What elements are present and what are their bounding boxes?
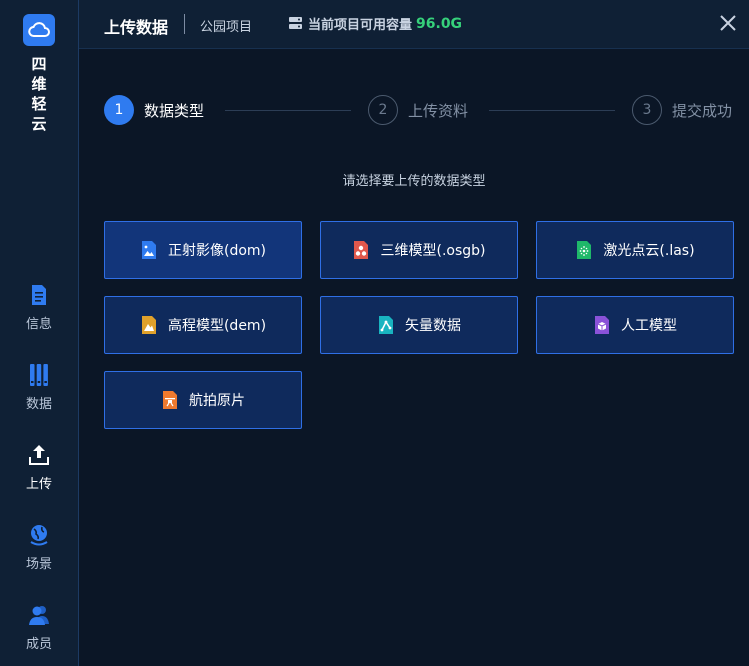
step-connector <box>489 110 615 111</box>
type-button-manual-model[interactable]: 人工模型 <box>536 296 734 354</box>
step-number: 2 <box>368 95 398 125</box>
type-button-dom[interactable]: 正射影像(dom) <box>104 221 302 279</box>
sidebar-item-label: 上传 <box>25 477 52 492</box>
vector-file-icon <box>377 314 395 336</box>
upload-icon <box>28 443 50 467</box>
sidebar: 四 维 轻 云 信息 数据 上传 场景 成员 <box>0 0 79 666</box>
step-label: 数据类型 <box>144 101 205 120</box>
type-label: 人工模型 <box>621 318 677 334</box>
sidebar-item-label: 场景 <box>25 557 52 572</box>
sidebar-item-label: 信息 <box>25 317 52 332</box>
type-label: 正射影像(dom) <box>167 243 266 259</box>
type-label: 航拍原片 <box>189 393 245 409</box>
elevation-file-icon <box>140 314 158 336</box>
point-cloud-file-icon <box>575 239 593 261</box>
image-file-icon <box>140 239 158 261</box>
step-label: 上传资料 <box>408 101 469 120</box>
project-name: 公园项目 <box>200 20 253 35</box>
type-label: 三维模型(.osgb) <box>380 243 486 259</box>
type-label: 激光点云(.las) <box>603 243 695 259</box>
brand-name: 四 维 轻 云 <box>31 55 47 133</box>
3d-model-file-icon <box>352 239 370 261</box>
cloud-logo-icon[interactable] <box>23 14 55 46</box>
globe-icon <box>28 523 50 547</box>
step-label: 提交成功 <box>672 101 733 120</box>
storage-icon <box>288 16 303 31</box>
sidebar-item-data[interactable]: 数据 <box>0 363 78 419</box>
type-button-dem[interactable]: 高程模型(dem) <box>104 296 302 354</box>
type-label: 高程模型(dem) <box>167 318 267 334</box>
dialog-header: 上传数据 公园项目 当前项目可用容量 96.0G <box>79 0 749 49</box>
step-connector <box>225 110 351 111</box>
step-upload-materials: 2 上传资料 <box>368 95 468 125</box>
members-icon <box>28 603 50 627</box>
sidebar-item-scene[interactable]: 场景 <box>0 523 78 579</box>
sidebar-item-label: 成员 <box>25 637 52 652</box>
capacity-value: 96.0G <box>416 15 463 32</box>
stepper: 1 数据类型 2 上传资料 3 提交成功 <box>79 92 749 132</box>
step-submit-success: 3 提交成功 <box>632 95 732 125</box>
type-button-osgb[interactable]: 三维模型(.osgb) <box>320 221 518 279</box>
page-title: 上传数据 <box>104 18 169 37</box>
capacity-indicator: 当前项目可用容量 96.0G <box>288 14 462 33</box>
step-number: 1 <box>104 95 134 125</box>
step-number: 3 <box>632 95 662 125</box>
document-icon <box>28 283 50 307</box>
type-button-las[interactable]: 激光点云(.las) <box>536 221 734 279</box>
type-label: 矢量数据 <box>405 318 461 334</box>
close-icon[interactable] <box>719 14 737 32</box>
instruction-text: 请选择要上传的数据类型 <box>342 174 486 189</box>
type-button-vector[interactable]: 矢量数据 <box>320 296 518 354</box>
data-columns-icon <box>28 363 50 387</box>
upload-dialog: 四 维 轻 云 信息 数据 上传 场景 成员 上传数据 公园项目 当前项目可用容… <box>0 0 749 666</box>
step-data-type: 1 数据类型 <box>104 95 204 125</box>
sidebar-item-upload[interactable]: 上传 <box>0 443 78 499</box>
header-divider <box>184 14 185 34</box>
capacity-label: 当前项目可用容量 <box>308 18 413 33</box>
sidebar-item-label: 数据 <box>25 397 52 412</box>
manual-model-file-icon <box>593 314 611 336</box>
type-button-aerial-photo[interactable]: 航拍原片 <box>104 371 302 429</box>
aerial-photo-file-icon <box>161 389 179 411</box>
sidebar-item-members[interactable]: 成员 <box>0 603 78 659</box>
sidebar-item-info[interactable]: 信息 <box>0 283 78 339</box>
